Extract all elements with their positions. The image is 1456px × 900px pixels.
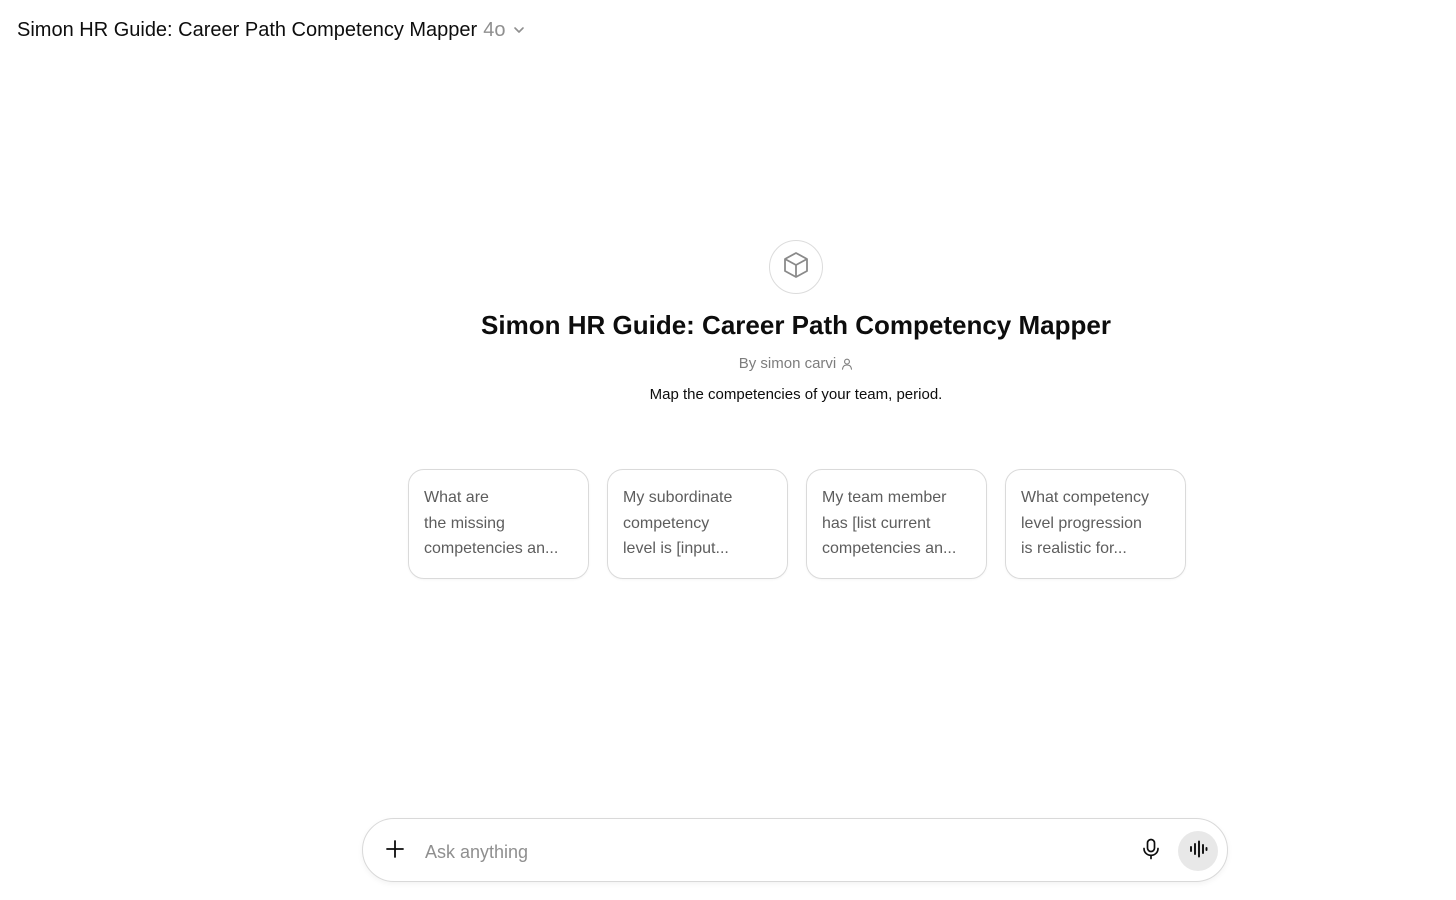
starter-card[interactable]: What are the missing competencies an... [408,469,589,579]
chevron-down-icon [511,22,527,38]
starter-line: level progression [1021,514,1142,532]
gpt-hero: Simon HR Guide: Career Path Competency M… [0,240,1456,403]
starter-card[interactable]: My subordinate competency level is [inpu… [607,469,788,579]
starter-line: is realistic for... [1021,540,1127,557]
microphone-icon [1142,838,1160,865]
starter-line: My subordinate [623,489,733,506]
voice-mode-icon [1188,840,1208,863]
starter-line: level is [input... [623,540,729,557]
starter-line: competencies an... [822,540,957,557]
starter-line: What are [424,489,489,506]
starter-line: competencies an... [424,540,559,557]
dictate-button[interactable] [1139,838,1163,865]
plus-icon [385,839,405,864]
chat-page: Simon HR Guide: Career Path Competency M… [0,0,1456,900]
gpt-name: Simon HR Guide: Career Path Competency M… [481,310,1111,340]
starter-line: My team member [822,489,947,506]
starter-card[interactable]: My team member has [list current compete… [806,469,987,579]
person-icon [841,358,853,370]
attach-button[interactable] [383,839,407,863]
starter-line: has [list current [822,514,931,532]
starter-line: What competency [1021,489,1150,506]
starter-line: the missing [424,514,505,532]
starter-card[interactable]: What competency level progression is rea… [1005,469,1186,579]
cube-icon [781,250,811,285]
model-selector[interactable]: Simon HR Guide: Career Path Competency M… [17,16,527,44]
message-composer [362,818,1228,882]
gpt-description: Map the competencies of your team, perio… [649,386,943,403]
conversation-starters: What are the missing competencies an... … [408,469,1186,579]
starter-line: competency [623,514,710,532]
model-name: 4o [483,18,506,41]
gpt-title: Simon HR Guide: Career Path Competency M… [17,18,478,41]
message-input[interactable] [423,835,1127,869]
author-label: By simon carvi [738,355,837,372]
gpt-author[interactable]: By simon carvi [0,355,1456,372]
voice-mode-button[interactable] [1178,831,1218,871]
gpt-avatar [769,240,823,294]
